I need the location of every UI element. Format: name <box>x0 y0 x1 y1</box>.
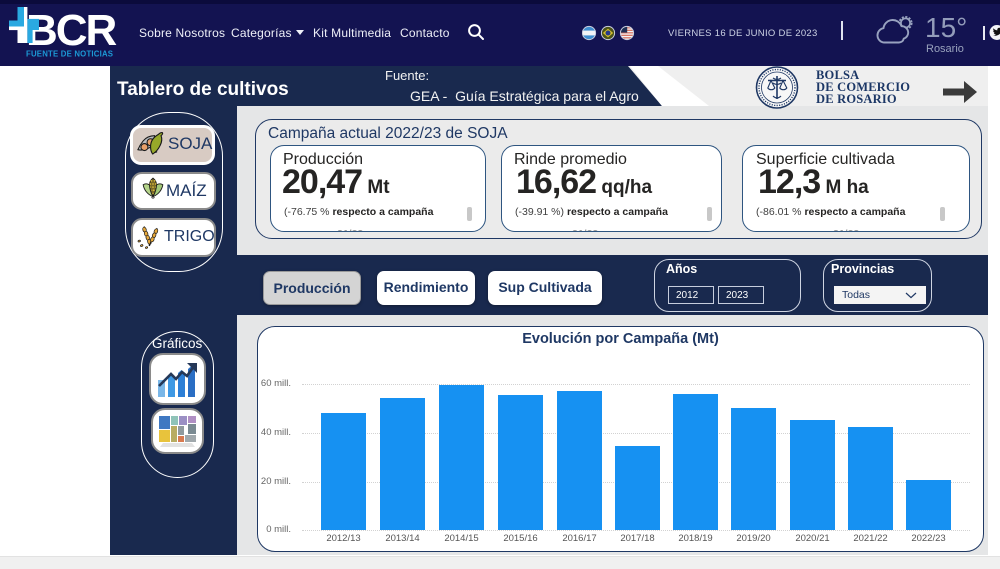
svg-text:FUENTE DE NOTICIAS: FUENTE DE NOTICIAS <box>26 50 113 59</box>
svg-text:BCR: BCR <box>26 6 117 55</box>
